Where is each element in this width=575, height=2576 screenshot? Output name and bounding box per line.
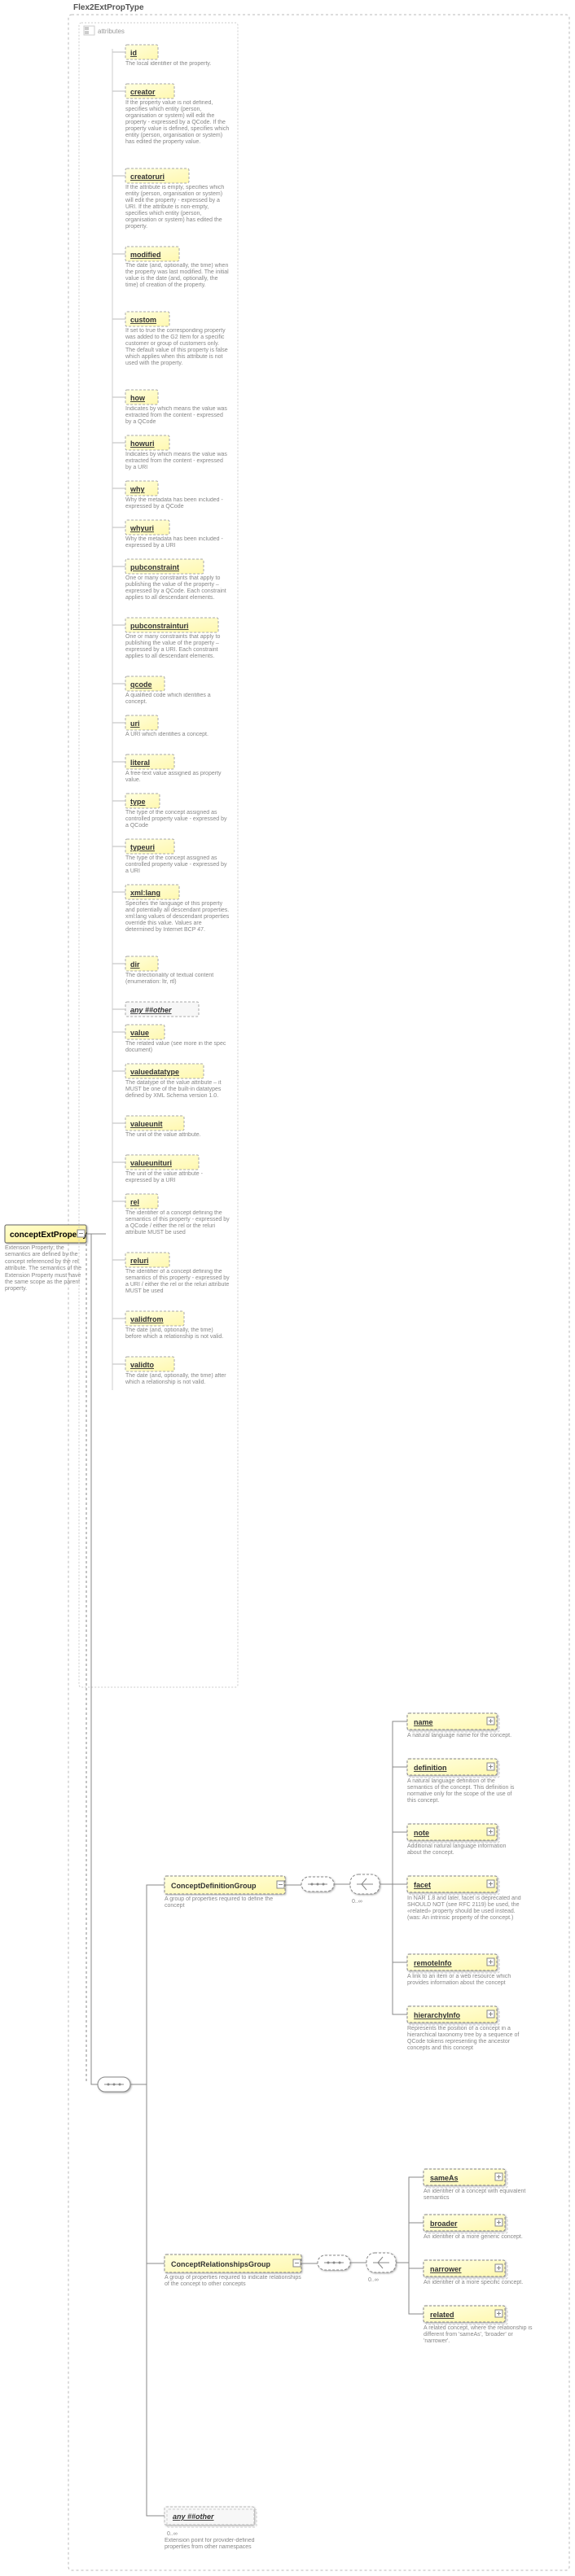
crg-child-name: broader bbox=[430, 2220, 458, 2228]
attribute-name: literal bbox=[130, 759, 150, 767]
attribute-name: pubconstrainturi bbox=[130, 622, 189, 630]
crg-count: 0..∞ bbox=[368, 2277, 379, 2283]
cdg-child-name: name bbox=[414, 1718, 433, 1726]
cdg-child-name: definition bbox=[414, 1764, 447, 1772]
cdg-choice: 0..∞ bbox=[350, 1874, 380, 1905]
attribute-name: validfrom bbox=[130, 1315, 164, 1323]
attribute-name: custom bbox=[130, 316, 156, 324]
attribute-name: uri bbox=[130, 719, 140, 728]
attribute-name: pubconstraint bbox=[130, 563, 179, 571]
any-other-title: any ##other bbox=[173, 2513, 214, 2521]
crg-choice: 0..∞ bbox=[367, 2253, 396, 2283]
attribute-name: creatoruri bbox=[130, 173, 165, 181]
crg-child-name: related bbox=[430, 2311, 454, 2319]
cdg-child-name: hierarchyInfo bbox=[414, 2011, 461, 2019]
crg-child-name: narrower bbox=[430, 2265, 462, 2273]
cdg-children: nameA natural language name for the conc… bbox=[380, 1713, 521, 2071]
cdg-title: ConceptDefinitionGroup bbox=[171, 1882, 257, 1890]
attribute-name: whyuri bbox=[129, 524, 154, 532]
attribute-name: xml:lang bbox=[130, 889, 160, 897]
any-other-desc: Extension point for provider-defined pro… bbox=[165, 2538, 279, 2552]
crg-child-name: sameAs bbox=[430, 2174, 459, 2182]
cdg-count: 0..∞ bbox=[352, 1899, 362, 1905]
attribute-name: reluri bbox=[130, 1257, 149, 1265]
concept-relationships-group: ConceptRelationshipsGroup A group of pro… bbox=[165, 2255, 303, 2303]
root-element-label: conceptExtProperty bbox=[10, 1231, 87, 1240]
any-other-element: any ##other 0..∞ Extension point for pro… bbox=[165, 2507, 279, 2566]
crg-sequence bbox=[318, 2255, 350, 2270]
attribute-name: why bbox=[129, 485, 145, 493]
attribute-name: creator bbox=[130, 88, 156, 96]
schema-diagram: Flex2ExtPropType conceptExtProperty Exte… bbox=[0, 0, 575, 2576]
attribute-name: valuedatatype bbox=[130, 1068, 179, 1076]
cdg-desc: A group of properties required to define… bbox=[165, 1896, 287, 1910]
crg-desc: A group of properties required to indica… bbox=[165, 2275, 303, 2289]
attribute-name: howuri bbox=[130, 440, 155, 448]
type-title: Flex2ExtPropType bbox=[73, 3, 144, 12]
crg-children: sameAsAn identifier of a concept with eq… bbox=[396, 2169, 538, 2358]
attribute-name: how bbox=[130, 394, 146, 402]
concept-definition-group: ConceptDefinitionGroup A group of proper… bbox=[165, 1876, 287, 1921]
attribute-list: idThe local identifier of the property.c… bbox=[112, 45, 230, 1399]
attribute-name: validto bbox=[130, 1361, 155, 1369]
attributes-label: attributes bbox=[98, 28, 125, 35]
sequence-main bbox=[98, 2077, 130, 2092]
crg-title: ConceptRelationshipsGroup bbox=[171, 2260, 271, 2268]
cdg-child-name: remoteInfo bbox=[414, 1959, 452, 1967]
attribute-name: type bbox=[130, 798, 146, 806]
attribute-name: value bbox=[130, 1029, 149, 1037]
root-element-desc: Extension Property; the semantics are de… bbox=[5, 1245, 90, 1293]
attribute-name: id bbox=[130, 49, 137, 57]
cdg-child-name: note bbox=[414, 1829, 429, 1837]
attribute-name: modified bbox=[130, 251, 161, 259]
root-element-desc-wrap: Extension Property; the semantics are de… bbox=[5, 1245, 90, 1310]
cdg-child-name: facet bbox=[414, 1881, 431, 1889]
attribute-name: valueunit bbox=[130, 1120, 163, 1128]
attribute-name: rel bbox=[130, 1198, 139, 1206]
any-other-count: 0..∞ bbox=[167, 2531, 178, 2537]
attribute-name: any ##other bbox=[130, 1006, 172, 1014]
attribute-name: typeuri bbox=[130, 843, 155, 851]
cdg-sequence bbox=[301, 1877, 334, 1892]
attribute-name: valueunituri bbox=[130, 1159, 172, 1167]
attribute-name: dir bbox=[130, 960, 140, 969]
attribute-name: qcode bbox=[130, 680, 152, 689]
